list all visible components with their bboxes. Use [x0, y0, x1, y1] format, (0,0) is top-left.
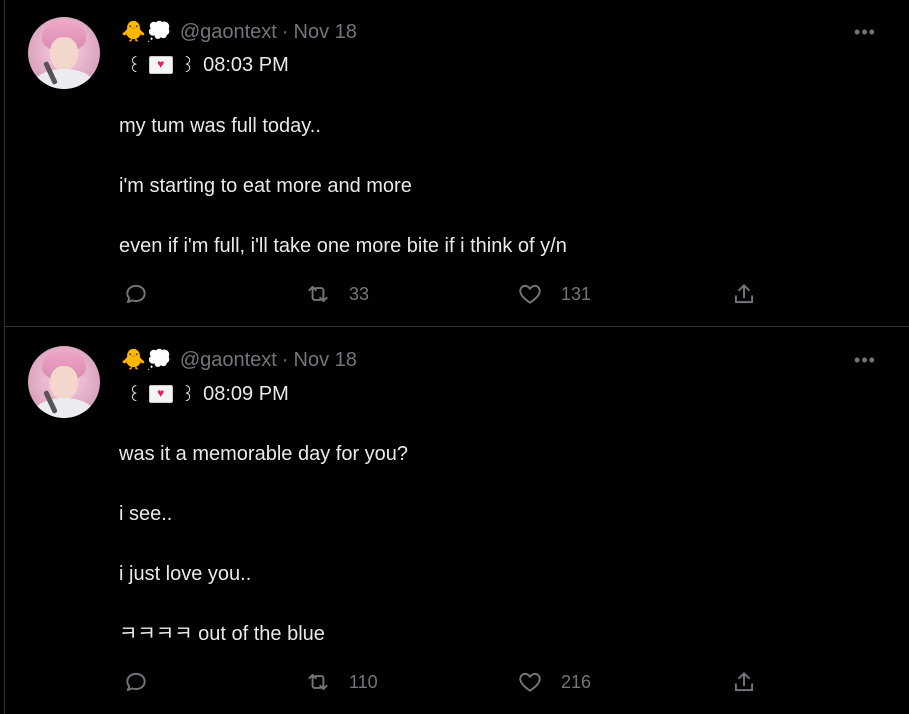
name-bracket-right: ꒱ — [181, 384, 196, 405]
tweet-text: my tum was full today.. i'm starting to … — [119, 114, 879, 294]
tweet-line: my tum was full today.. — [119, 115, 321, 137]
retweet-arrows-icon — [308, 673, 328, 691]
retweet-button[interactable]: 33 — [305, 281, 369, 307]
user-handle[interactable]: @gaontext — [180, 21, 277, 44]
speech-bubble-icon — [126, 284, 146, 304]
name-bracket-left: ꒰ — [127, 55, 142, 76]
user-handle[interactable]: @gaontext — [180, 349, 277, 372]
tweet-actions: 33 131 — [123, 281, 763, 307]
tweet-line: was it a memorable day for you? — [119, 443, 409, 465]
like-button[interactable]: 131 — [517, 281, 591, 307]
share-upload-icon — [734, 672, 754, 692]
name-bracket-right: ꒱ — [181, 55, 196, 76]
tweet-date[interactable]: Nov 18 — [294, 349, 357, 372]
timeline-feed: 🐥 💭 @gaontext · Nov 18 ꒰ ꒱ 08:03 PM ••• … — [4, 0, 909, 714]
thought-bubble-emoji-icon: 💭 — [146, 349, 172, 371]
share-upload-icon — [734, 284, 754, 304]
thought-bubble-emoji-icon: 💭 — [146, 21, 172, 43]
love-letter-icon — [149, 56, 174, 74]
tweet-header: 🐥 💭 @gaontext · Nov 18 — [121, 19, 357, 45]
more-dots-icon[interactable]: ••• — [853, 22, 877, 42]
retweet-count: 33 — [349, 283, 370, 304]
heart-icon — [519, 672, 541, 692]
retweet-button[interactable]: 110 — [305, 669, 378, 695]
tweet-date[interactable]: Nov 18 — [294, 21, 357, 44]
avatar-shoulders — [34, 398, 94, 418]
reply-button[interactable] — [123, 669, 167, 695]
tweet-line: i see.. — [119, 503, 173, 525]
separator-dot: · — [281, 20, 289, 43]
display-name-time: 08:09 PM — [203, 382, 289, 405]
tweet[interactable]: 🐥 💭 @gaontext · Nov 18 ꒰ ꒱ 08:03 PM ••• … — [5, 0, 909, 327]
share-button[interactable] — [731, 669, 757, 695]
avatar[interactable] — [28, 17, 100, 89]
retweet-count: 110 — [349, 671, 378, 692]
like-button[interactable]: 216 — [517, 669, 591, 695]
share-button[interactable] — [731, 281, 757, 307]
tweet-text: was it a memorable day for you? i see.. … — [119, 442, 879, 682]
tweet-actions: 110 216 — [123, 669, 763, 695]
tweet-header: 🐥 💭 @gaontext · Nov 18 — [121, 347, 357, 373]
display-name[interactable]: ꒰ ꒱ 08:09 PM — [123, 381, 289, 407]
tweet[interactable]: 🐥 💭 @gaontext · Nov 18 ꒰ ꒱ 08:09 PM ••• … — [5, 327, 909, 714]
avatar-shoulders — [34, 69, 94, 89]
tweet-line: i just love you.. — [119, 563, 252, 585]
heart-icon — [519, 284, 541, 304]
name-bracket-left: ꒰ — [127, 384, 142, 405]
more-dots-icon[interactable]: ••• — [853, 350, 877, 370]
like-count: 131 — [561, 283, 592, 304]
avatar-face — [50, 37, 78, 71]
separator-dot: · — [281, 348, 289, 371]
display-name[interactable]: ꒰ ꒱ 08:03 PM — [123, 52, 289, 78]
chick-emoji-icon: 🐥 — [121, 349, 146, 371]
chick-emoji-icon: 🐥 — [121, 21, 146, 43]
love-letter-icon — [149, 385, 174, 403]
like-count: 216 — [561, 671, 592, 692]
speech-bubble-icon — [126, 672, 146, 692]
reply-button[interactable] — [123, 281, 167, 307]
avatar-face — [50, 366, 78, 400]
tweet-line: i'm starting to eat more and more — [119, 175, 412, 197]
display-name-time: 08:03 PM — [203, 53, 289, 76]
avatar[interactable] — [28, 346, 100, 418]
retweet-arrows-icon — [308, 285, 328, 303]
